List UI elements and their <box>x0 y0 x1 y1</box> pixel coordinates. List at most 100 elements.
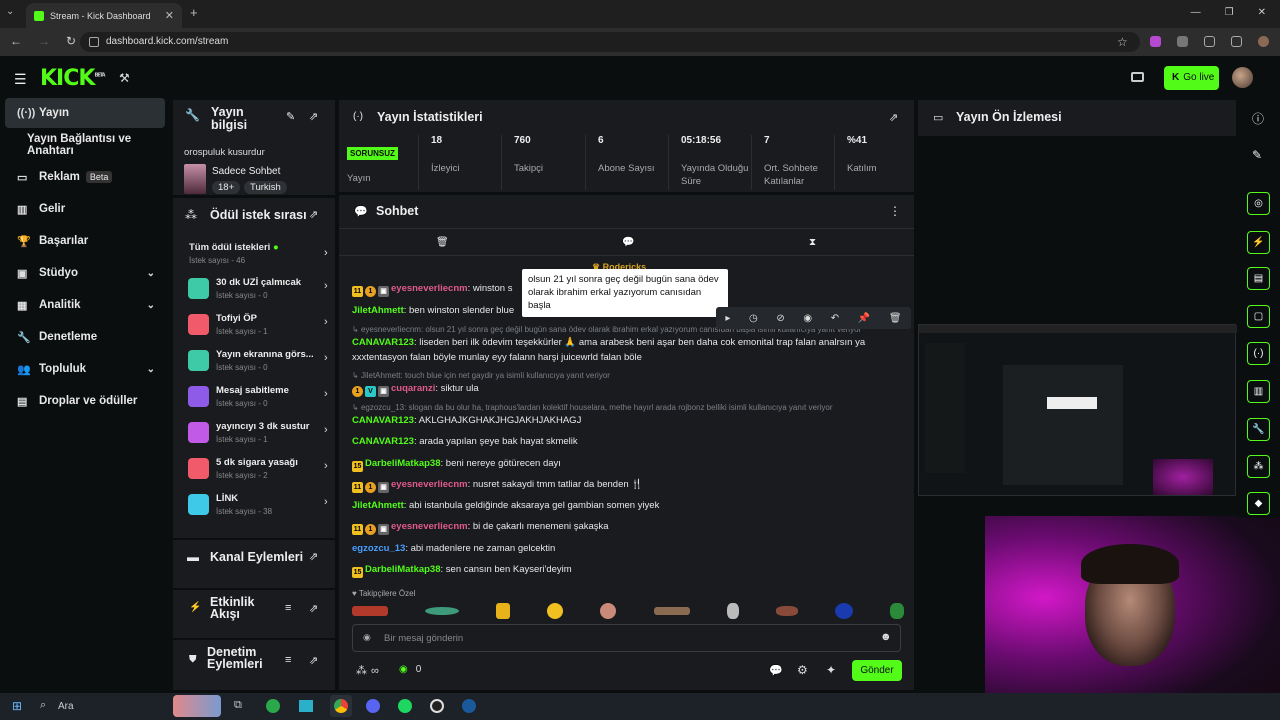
hamburger-menu-icon[interactable]: ☰ <box>14 71 27 88</box>
emote-icon[interactable] <box>775 606 798 616</box>
profile-avatar[interactable] <box>1258 36 1269 47</box>
bolt-icon[interactable]: ⚡ <box>1247 231 1270 254</box>
extension-icon[interactable] <box>1150 36 1161 47</box>
chat-username[interactable]: CANAVAR123 <box>352 415 414 426</box>
emoji-icon[interactable]: ☻ <box>880 631 892 643</box>
go-live-button[interactable]: K Go live <box>1164 66 1219 90</box>
chat-username[interactable]: egzozcu_13 <box>352 543 405 554</box>
emote-icon[interactable] <box>547 603 564 619</box>
chat-message[interactable]: egzozcu_13: abi madenlere ne zaman gelce… <box>352 543 555 554</box>
reward-icon[interactable]: ⁂ <box>1247 455 1270 478</box>
reply-icon[interactable]: ↶ <box>831 313 839 324</box>
steam-icon[interactable] <box>462 699 476 713</box>
edit-pencil-icon[interactable]: ✎ <box>1252 148 1262 162</box>
wrench-icon[interactable]: 🔧 <box>1247 418 1270 441</box>
emote-icon[interactable] <box>425 607 460 615</box>
emote-icon[interactable] <box>352 606 388 616</box>
pin-icon[interactable]: 📌 <box>858 313 870 324</box>
reward-item[interactable]: 30 dk UZİ çalmıcak İstek sayısı - 0 › <box>188 275 333 309</box>
popout-icon[interactable]: ⇗ <box>309 654 318 667</box>
channel-points[interactable]: ⁂ ∞ <box>356 664 379 678</box>
filter-icon[interactable]: ≡ <box>285 654 291 666</box>
sidebar-item-droplar[interactable]: ▤ Droplar ve ödüller <box>5 386 165 416</box>
sidebar-item-reklam[interactable]: ▭ Reklam Beta <box>5 162 165 192</box>
reward-item[interactable]: yayıncıyı 3 dk sustur İstek sayısı - 1 › <box>188 419 333 453</box>
emote-icon[interactable] <box>496 603 511 619</box>
discord-icon[interactable] <box>366 699 380 713</box>
chat-message[interactable]: 15 DarbeliMatkap38: beni nereye götürecen… <box>352 458 561 472</box>
popout-icon[interactable]: ⇗ <box>889 111 898 124</box>
more-options-icon[interactable]: ⋮ <box>889 204 901 218</box>
chat-message[interactable]: CANAVAR123: arada yapılan şeye bak hayat… <box>352 436 578 447</box>
emote-icon[interactable] <box>653 607 690 615</box>
chat-message[interactable]: 11 1 ▣ eyesneverliecnm: nusret sakaydi tmm … <box>352 479 643 493</box>
reward-item[interactable]: Yayın ekranına görs... İstek sayısı - 0 › <box>188 347 333 381</box>
emote-icon[interactable] <box>726 603 739 619</box>
filter-icon[interactable]: ≡ <box>285 602 291 614</box>
all-rewards-label[interactable]: Tüm ödül istekleri ● <box>189 242 279 253</box>
sidebar-item-yayin[interactable]: ((·)) Yayın <box>5 98 165 128</box>
user-avatar[interactable] <box>1232 67 1253 88</box>
chat-bubble-icon[interactable]: 💬 <box>769 664 783 677</box>
record-icon[interactable]: ◎ <box>1247 192 1270 215</box>
chat-username[interactable]: eyesneverliecnm <box>391 479 468 490</box>
sidebar-icon[interactable] <box>1231 36 1242 47</box>
app-icon[interactable] <box>299 700 313 712</box>
forward-icon[interactable]: → <box>38 34 50 48</box>
task-view-icon[interactable]: ⧉ <box>234 699 242 712</box>
emote-icon[interactable] <box>834 603 853 619</box>
layout-icon[interactable]: ▥ <box>1247 380 1270 403</box>
sidebar-item-topluluk[interactable]: 👥 Topluluk ⌄ <box>5 354 165 384</box>
chat-username[interactable]: DarbeliMatkap38 <box>365 564 441 575</box>
sidebar-item-studyo[interactable]: ▣ Stüdyo ⌄ <box>5 258 165 288</box>
popout-icon[interactable]: ⇗ <box>309 110 318 123</box>
chat-username[interactable]: CANAVAR123 <box>352 337 414 348</box>
app-icon[interactable] <box>266 699 280 713</box>
chat-username[interactable]: DarbeliMatkap38 <box>365 458 441 469</box>
reward-item[interactable]: LİNK İstek sayısı - 38 › <box>188 491 333 525</box>
tab-chat-icon[interactable]: 💬 <box>622 237 634 248</box>
extension-icon[interactable] <box>1177 36 1188 47</box>
chat-message[interactable]: 11 1 ▣ eyesneverliecnm: winston s <box>352 283 512 297</box>
tab-deleted-trash-icon[interactable]: 🗑 <box>436 237 449 248</box>
chat-username[interactable]: eyesneverliecnm <box>391 521 468 532</box>
taskbar-search-label[interactable]: Ara <box>58 701 74 712</box>
obs-icon[interactable] <box>430 699 444 713</box>
broadcast-software-icon[interactable] <box>1131 72 1144 82</box>
emote-icon[interactable] <box>600 603 617 619</box>
broadcast-icon[interactable]: (·) <box>1247 342 1270 365</box>
chat-username[interactable]: JiletAhmett <box>352 305 404 316</box>
chat-message[interactable]: JiletAhmett: ben winston slender blue <box>352 305 514 316</box>
send-button[interactable]: Gönder <box>852 660 902 681</box>
gift-icon[interactable]: ◆ <box>1247 492 1270 515</box>
site-info-icon[interactable] <box>89 37 99 47</box>
minimize-icon[interactable]: — <box>1191 7 1201 18</box>
back-icon[interactable]: ← <box>10 34 22 48</box>
quick-emote-icon[interactable]: ✦ <box>826 663 836 677</box>
spotify-icon[interactable] <box>398 699 412 713</box>
ban-icon[interactable]: ⊘ <box>776 313 784 324</box>
sidebar-item-analitik[interactable]: ▦ Analitik ⌄ <box>5 290 165 320</box>
chat-icon[interactable]: ▢ <box>1247 305 1270 328</box>
chat-username[interactable]: cuqaranzi <box>391 383 435 394</box>
sidebar-item-stream-key[interactable]: Yayın Bağlantısı ve Anahtarı <box>5 130 165 160</box>
sidebar-item-denetleme[interactable]: 🔧 Denetleme <box>5 322 165 352</box>
tools-icon[interactable]: ⚒ <box>119 71 130 85</box>
chat-message[interactable]: 15 DarbeliMatkap38: sen cansın ben Kayser… <box>352 564 572 578</box>
bookmark-star-icon[interactable]: ☆ <box>1117 35 1128 49</box>
sidebar-item-basarilar[interactable]: 🏆 Başarılar <box>5 226 165 256</box>
browser-tab[interactable]: Stream - Kick Dashboard ✕ <box>26 3 182 28</box>
kick-logo[interactable]: KICKBETA <box>40 66 106 91</box>
new-tab-icon[interactable]: + <box>190 5 198 20</box>
reload-icon[interactable]: ↻ <box>66 34 76 48</box>
close-window-icon[interactable]: ✕ <box>1258 7 1266 18</box>
restore-icon[interactable]: ❐ <box>1225 7 1234 18</box>
reward-item[interactable]: 5 dk sigara yasağı İstek sayısı - 2 › <box>188 455 333 489</box>
info-icon[interactable]: ⓘ <box>1252 110 1264 127</box>
chat-message[interactable]: JiletAhmett: abi istanbula geldiğinde ak… <box>352 500 659 511</box>
chat-message[interactable]: 11 1 ▣ eyesneverliecnm: bi de çakarlı menem… <box>352 521 609 535</box>
chat-username[interactable]: eyesneverliecnm <box>391 283 468 294</box>
mention-icon[interactable]: ◉ <box>803 313 812 324</box>
sidebar-item-gelir[interactable]: ▥ Gelir <box>5 194 165 224</box>
emote-icon[interactable] <box>889 603 904 619</box>
